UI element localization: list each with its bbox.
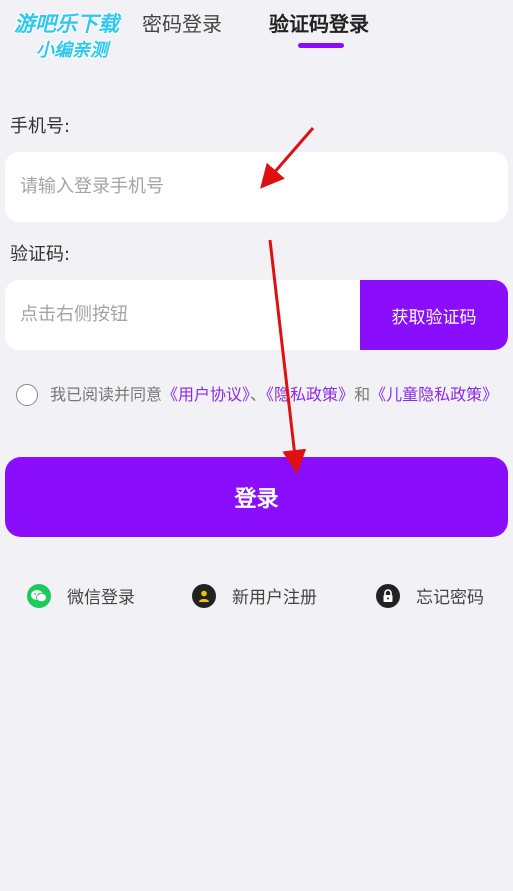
annotation-arrows [260, 127, 315, 474]
annotation-arrow-to-login [268, 239, 307, 474]
annotation-arrow-to-phone [260, 127, 315, 189]
